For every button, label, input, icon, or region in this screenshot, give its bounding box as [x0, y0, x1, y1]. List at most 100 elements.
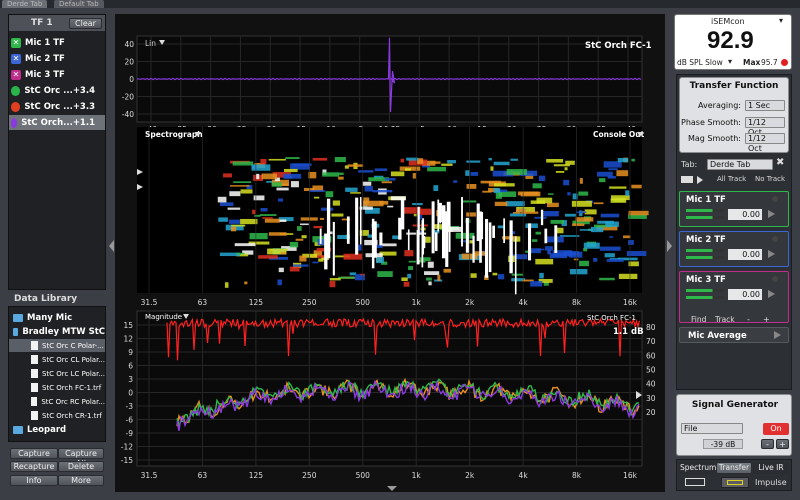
- spectro-x-tick: 4k: [519, 298, 529, 307]
- play-icon[interactable]: [697, 176, 703, 184]
- spl-meter[interactable]: iSEMcon ▾ 92.9 dB SPL Slow ▾ Max 95.7: [674, 14, 792, 70]
- tab-default[interactable]: Default Tab: [54, 0, 104, 8]
- siggen-minus-button[interactable]: -: [761, 439, 774, 449]
- layout-split-button[interactable]: [721, 477, 749, 488]
- mic-tf-box[interactable]: Mic 2 TF 0.00: [679, 231, 789, 267]
- bottom-collapse-icon[interactable]: [387, 486, 397, 491]
- averaging-select[interactable]: 1 Sec: [745, 100, 785, 111]
- tab-select[interactable]: Derde Tab: [707, 159, 773, 170]
- spectro-x-tick: 500: [356, 298, 371, 307]
- capture-all-button[interactable]: Capture All: [58, 448, 104, 468]
- trace-x-icon[interactable]: ✕: [11, 69, 21, 80]
- trace-x-icon[interactable]: ✕: [11, 37, 21, 48]
- mic3-minus-button[interactable]: -: [747, 315, 750, 324]
- mic-tf-box[interactable]: Mic 1 TF 0.00: [679, 191, 789, 227]
- no-track-button[interactable]: No Track: [755, 175, 785, 183]
- siggen-plus-button[interactable]: +: [776, 439, 789, 449]
- siggen-on-button[interactable]: On: [763, 423, 789, 435]
- library-item-label: StC Orch CR-1.trf: [42, 411, 102, 420]
- impulse-button[interactable]: Impulse: [755, 478, 787, 487]
- mic-status-icon: [772, 196, 778, 202]
- more-button[interactable]: More: [58, 475, 104, 486]
- mic-delay-value[interactable]: 0.00: [728, 209, 762, 220]
- trace-item[interactable]: StC Orc ... +3.4: [9, 83, 105, 98]
- library-file[interactable]: StC Orc RC Polar...: [9, 395, 105, 408]
- mic-status-icon: [772, 276, 778, 282]
- trace-item[interactable]: ✕ Mic 2 TF: [9, 51, 105, 66]
- library-folder[interactable]: Leopard: [9, 423, 105, 436]
- magnitude-right-tick: 50: [646, 366, 656, 375]
- magnitude-right-tick: 30: [646, 394, 656, 403]
- library-file[interactable]: StC Orch CR-1.trf: [9, 409, 105, 422]
- data-library-panel: Many Mic Bradley MTW StC StC Orc C Polar-.…: [8, 306, 106, 442]
- magnitude-value: 1.1 dB: [613, 327, 644, 337]
- delete-button[interactable]: Delete: [58, 461, 104, 472]
- plots-svg[interactable]: -40-35-30-25-20-15-10-516.85+5+10+15+20+…: [115, 14, 665, 492]
- phase-smooth-label: Phase Smooth:: [681, 118, 741, 127]
- meter-dropdown-icon[interactable]: ▾: [779, 16, 783, 25]
- tab-derde[interactable]: Derde Tab: [2, 0, 48, 8]
- magnitude-trace-label: StC Orch FC-1: [587, 314, 636, 322]
- file-icon: [31, 397, 38, 406]
- trace-dot-icon[interactable]: [11, 101, 21, 112]
- trace-item[interactable]: StC Orc ... +3.3: [9, 99, 105, 114]
- mag-smooth-select[interactable]: 1/12 Oct: [745, 133, 785, 153]
- phase-smooth-select[interactable]: 1/12 Oct: [745, 117, 785, 137]
- mic-delay-value[interactable]: 0.00: [728, 249, 762, 260]
- mic-ref-meter: [686, 216, 724, 219]
- mic3-find-button[interactable]: Find: [691, 315, 706, 324]
- trace-dot-icon[interactable]: [11, 117, 18, 128]
- magnitude-y-tick: 15: [123, 321, 133, 330]
- mic-ref-meter: [686, 296, 724, 299]
- mic-delay-value[interactable]: 0.00: [728, 289, 762, 300]
- all-track-button[interactable]: All Track: [717, 175, 746, 183]
- info-button[interactable]: Info: [10, 475, 58, 486]
- library-folder[interactable]: Bradley MTW StC: [9, 325, 105, 338]
- library-file[interactable]: StC Orc CL Polar...: [9, 353, 105, 366]
- meter-unit-dropdown-icon[interactable]: ▾: [728, 57, 732, 66]
- tools-icon[interactable]: ✖: [776, 157, 784, 168]
- mic-average-label: Mic Average: [688, 331, 747, 341]
- layout-split-icon: [727, 480, 743, 485]
- impulse-mode-label[interactable]: Lin: [145, 39, 156, 48]
- folder-icon: [13, 327, 19, 336]
- spectrum-tab-button[interactable]: Spectrum: [679, 462, 716, 474]
- mic3-track-button[interactable]: Track: [715, 315, 735, 324]
- stop-icon[interactable]: [681, 176, 693, 183]
- trace-dot-icon[interactable]: [11, 85, 21, 96]
- capture-button[interactable]: Capture: [10, 448, 58, 459]
- layout-single-icon[interactable]: [685, 478, 705, 486]
- collapse-left-icon[interactable]: [109, 240, 114, 252]
- impulse-trace-label: StC Orch FC-1: [585, 41, 652, 51]
- siggen-level[interactable]: -39 dB: [703, 439, 743, 449]
- spectrograph-label: Spectrograph: [145, 130, 203, 139]
- recapture-button[interactable]: Recapture: [10, 461, 58, 472]
- library-file[interactable]: StC Orch FC-1.trf: [9, 381, 105, 394]
- mic-play-icon[interactable]: [768, 210, 775, 218]
- mic-average-play-icon[interactable]: [774, 331, 781, 339]
- mic-play-icon[interactable]: [768, 250, 775, 258]
- trace-item[interactable]: ✕ Mic 3 TF: [9, 67, 105, 82]
- mic-play-icon[interactable]: [768, 290, 775, 298]
- magnitude-x-tick: 125: [249, 471, 264, 480]
- clear-button[interactable]: Clear: [69, 18, 102, 29]
- collapse-right-icon[interactable]: [667, 240, 672, 252]
- library-file[interactable]: StC Orc LC Polar...: [9, 367, 105, 380]
- tf-panel: Transfer Function Averaging: 1 Sec Phase…: [676, 74, 792, 390]
- live-ir-tab-button[interactable]: Live IR: [753, 462, 789, 474]
- meter-record-icon[interactable]: [781, 59, 788, 66]
- trace-label: StC Orc ...: [24, 85, 73, 96]
- library-file[interactable]: StC Orc C Polar-...: [9, 339, 105, 352]
- siggen-source-select[interactable]: File: [681, 423, 743, 434]
- magnitude-x-tick: 250: [302, 471, 317, 480]
- file-icon: [31, 383, 38, 392]
- mic3-plus-button[interactable]: +: [763, 315, 770, 324]
- trace-item[interactable]: StC Orch... +1.1: [9, 115, 105, 130]
- transfer-tab-button[interactable]: Transfer: [716, 462, 752, 474]
- magnitude-right-tick: 80: [646, 323, 656, 332]
- mic-average-box[interactable]: Mic Average: [679, 327, 789, 343]
- library-folder[interactable]: Many Mic: [9, 311, 105, 324]
- trace-x-icon[interactable]: ✕: [11, 53, 21, 64]
- trace-label: StC Orch...: [21, 117, 73, 128]
- trace-item[interactable]: ✕ Mic 1 TF: [9, 35, 105, 50]
